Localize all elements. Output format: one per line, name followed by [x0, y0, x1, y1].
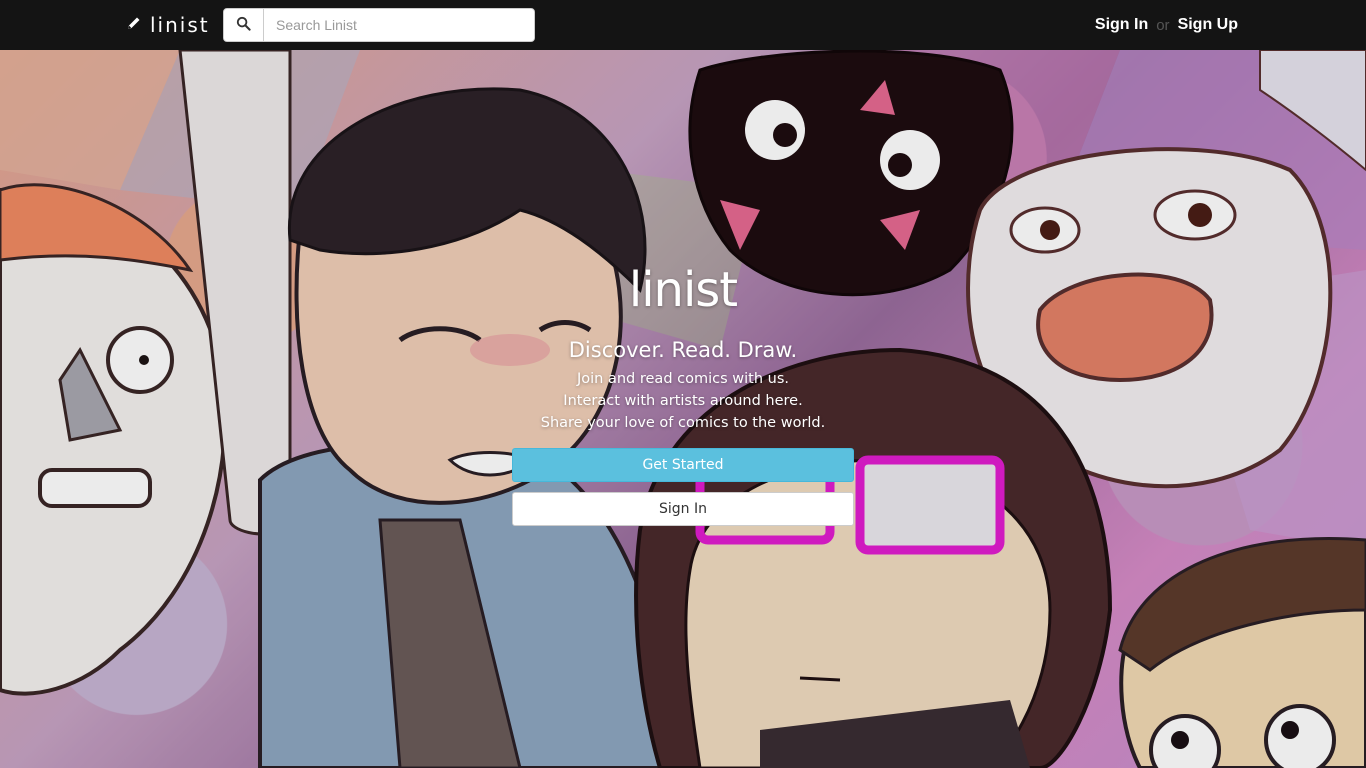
nav-sign-up-link[interactable]: Sign Up [1178, 16, 1238, 34]
hero-content: linist Discover. Read. Draw. Join and re… [483, 262, 883, 526]
hero-line: Join and read comics with us. [577, 371, 789, 387]
nav-sign-in-link[interactable]: Sign In [1095, 16, 1148, 34]
pencil-icon [126, 15, 142, 35]
search-button[interactable] [224, 9, 264, 41]
brand-logo-link[interactable]: linist [126, 12, 210, 38]
hero-tagline: Discover. Read. Draw. [568, 338, 798, 362]
search-bar [223, 8, 535, 42]
hero-description: Join and read comics with us. Interact w… [483, 368, 883, 434]
top-navbar: linist Sign In or Sign Up [0, 0, 1366, 50]
hero-line: Interact with artists around here. [563, 393, 803, 409]
hero-logo: linist [628, 262, 738, 318]
search-input[interactable] [264, 9, 534, 41]
or-separator: or [1156, 16, 1170, 34]
search-icon [236, 16, 251, 35]
hero-line: Share your love of comics to the world. [540, 415, 826, 431]
brand-name: linist [150, 13, 210, 37]
get-started-button[interactable]: Get Started [512, 448, 854, 482]
auth-links: Sign In or Sign Up [1095, 14, 1238, 36]
hero-sign-in-button[interactable]: Sign In [512, 492, 854, 526]
hero-section: linist Discover. Read. Draw. Join and re… [0, 50, 1366, 768]
